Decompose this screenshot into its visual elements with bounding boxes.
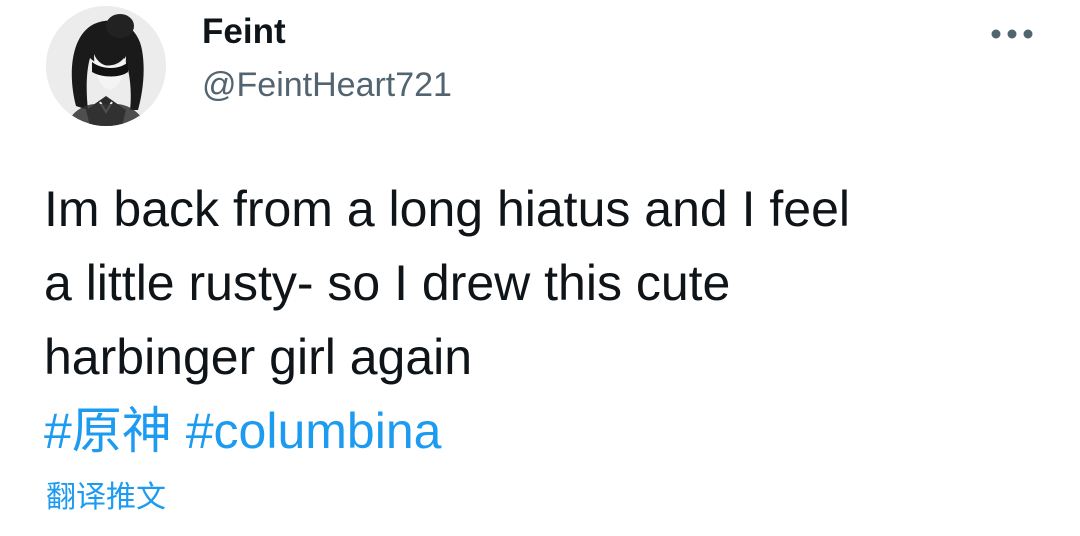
tweet-text-line: Im back from a long hiatus and I feel bbox=[44, 181, 850, 237]
hashtag-link[interactable]: #columbina bbox=[186, 403, 442, 459]
hashtag-link[interactable]: #原神 bbox=[44, 403, 172, 459]
avatar-image bbox=[46, 6, 166, 126]
tweet-card: Feint @FeintHeart721 Im back from a long… bbox=[0, 0, 1080, 536]
translate-tweet-link[interactable]: 翻译推文 bbox=[46, 472, 166, 516]
user-handle[interactable]: @FeintHeart721 bbox=[202, 66, 452, 105]
display-name[interactable]: Feint bbox=[202, 12, 286, 52]
tweet-text-line: a little rusty- so I drew this cute bbox=[44, 255, 731, 311]
tweet-text: Im back from a long hiatus and I feel a … bbox=[44, 172, 1044, 468]
more-horizontal-icon bbox=[991, 29, 1033, 39]
tweet-text-line: harbinger girl again bbox=[44, 329, 473, 385]
more-button[interactable] bbox=[984, 18, 1040, 50]
hashtag-row: #原神 #columbina bbox=[44, 394, 1044, 468]
avatar[interactable] bbox=[46, 6, 166, 126]
